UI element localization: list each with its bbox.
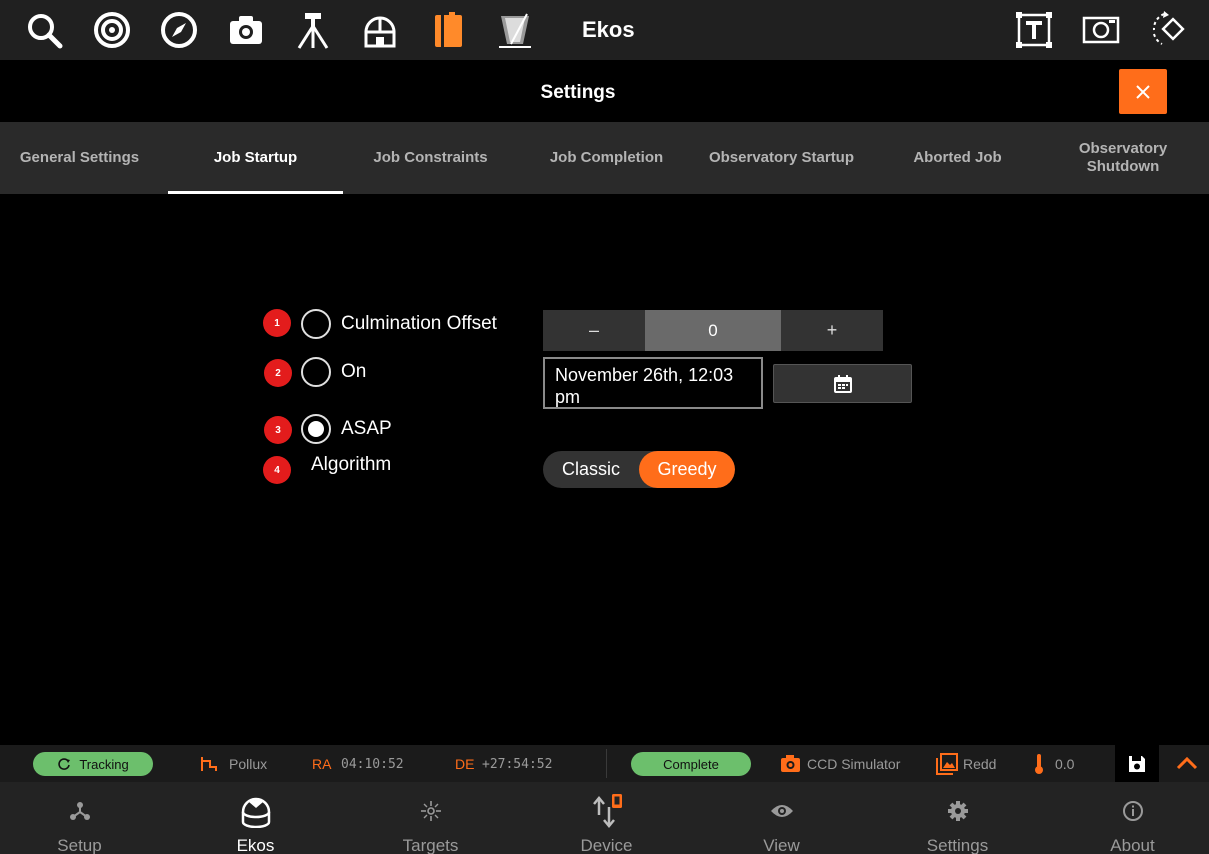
asap-radio[interactable] bbox=[301, 414, 331, 444]
camera-name: CCD Simulator bbox=[807, 756, 901, 772]
temperature-value: 0.0 bbox=[1055, 756, 1075, 772]
save-button[interactable] bbox=[1115, 745, 1159, 782]
nav-setup-label: Setup bbox=[57, 836, 102, 854]
de-value: +27:54:52 bbox=[482, 757, 553, 772]
tab-job-completion[interactable]: Job Completion bbox=[519, 122, 694, 194]
nav-targets-label: Targets bbox=[402, 836, 459, 854]
nav-about-label: About bbox=[1110, 836, 1155, 854]
nav-about[interactable]: About bbox=[1045, 782, 1209, 854]
top-toolbar: Ekos bbox=[0, 0, 1209, 60]
step-badge: 2 bbox=[264, 359, 292, 387]
de-label: DE bbox=[455, 756, 475, 772]
nav-device[interactable]: Device bbox=[519, 782, 694, 854]
culmination-offset-label: Culmination Offset bbox=[341, 313, 497, 334]
tab-job-startup[interactable]: Job Startup bbox=[168, 122, 343, 194]
ekos-dome-icon bbox=[241, 797, 270, 828]
decrement-button[interactable]: – bbox=[543, 310, 645, 351]
camera-icon bbox=[781, 755, 800, 772]
tab-observatory-startup[interactable]: Observatory Startup bbox=[694, 122, 869, 194]
search-icon[interactable] bbox=[22, 8, 66, 52]
image-frame-icon[interactable] bbox=[1079, 8, 1123, 52]
target-icon[interactable] bbox=[90, 8, 134, 52]
nav-device-label: Device bbox=[580, 836, 633, 854]
app-title: Ekos bbox=[582, 17, 635, 42]
culmination-offset-stepper: – 0 + bbox=[543, 310, 883, 351]
close-button[interactable] bbox=[1119, 69, 1167, 114]
nav-view[interactable]: View bbox=[694, 782, 869, 854]
compass-icon[interactable] bbox=[157, 8, 201, 52]
filter-name: Redd bbox=[963, 756, 997, 772]
step-badge: 4 bbox=[263, 456, 291, 484]
gear-icon bbox=[947, 801, 968, 821]
info-icon bbox=[1122, 801, 1143, 821]
tab-observatory-shutdown[interactable]: Observatory Shutdown bbox=[1043, 122, 1203, 194]
filter-image-icon bbox=[936, 753, 958, 775]
status-divider bbox=[606, 749, 607, 778]
startup-date-field[interactable]: November 26th, 12:03 pm bbox=[543, 357, 763, 409]
scheduler-icon[interactable] bbox=[426, 8, 470, 52]
step-badge: 1 bbox=[263, 309, 291, 337]
bottom-navigation: Setup Ekos Targets Device View Settings … bbox=[0, 782, 1209, 854]
nav-settings[interactable]: Settings bbox=[870, 782, 1045, 854]
close-icon bbox=[1136, 84, 1150, 99]
settings-title: Settings bbox=[540, 82, 616, 103]
algorithm-classic-option[interactable]: Classic bbox=[543, 451, 639, 488]
ra-label: RA bbox=[312, 756, 332, 772]
tripod-icon[interactable] bbox=[291, 8, 335, 52]
algorithm-label: Algorithm bbox=[311, 454, 392, 475]
crosshair-star-icon bbox=[420, 801, 441, 821]
rotate-icon[interactable] bbox=[1146, 8, 1190, 52]
flat-field-icon[interactable] bbox=[493, 8, 537, 52]
text-frame-icon[interactable] bbox=[1012, 8, 1056, 52]
status-bar: Tracking Pollux RA 04:10:52 DE +27:54:52… bbox=[0, 745, 1209, 782]
culmination-offset-radio[interactable] bbox=[301, 309, 331, 339]
algorithm-toggle: Classic Greedy bbox=[543, 451, 735, 488]
nav-ekos-label: Ekos bbox=[236, 836, 275, 854]
tracking-status-badge: Tracking bbox=[33, 752, 153, 776]
save-icon bbox=[1129, 755, 1145, 772]
ra-value: 04:10:52 bbox=[341, 757, 404, 772]
step-badge: 3 bbox=[264, 416, 292, 444]
settings-tabs: General Settings Job Startup Job Constra… bbox=[0, 122, 1209, 194]
mount-icon bbox=[201, 757, 217, 771]
nav-view-label: View bbox=[763, 836, 800, 854]
chevron-up-icon bbox=[1176, 756, 1198, 770]
on-date-radio[interactable] bbox=[301, 357, 331, 387]
asap-label: ASAP bbox=[341, 418, 392, 439]
capture-status-badge: Complete bbox=[631, 752, 751, 776]
device-transfer-icon bbox=[592, 794, 622, 828]
thermometer-icon bbox=[1035, 754, 1043, 774]
refresh-icon bbox=[58, 758, 71, 770]
nav-settings-label: Settings bbox=[926, 836, 989, 854]
offset-value[interactable]: 0 bbox=[645, 310, 781, 351]
nav-setup[interactable]: Setup bbox=[0, 782, 167, 854]
tracking-status-text: Tracking bbox=[79, 756, 129, 772]
settings-header: Settings bbox=[0, 60, 1209, 122]
tab-general-settings[interactable]: General Settings bbox=[0, 122, 167, 194]
tab-job-constraints[interactable]: Job Constraints bbox=[343, 122, 518, 194]
tab-aborted-job[interactable]: Aborted Job bbox=[870, 122, 1045, 194]
on-date-label: On bbox=[341, 361, 367, 382]
nav-ekos[interactable]: Ekos bbox=[168, 782, 343, 854]
expand-button[interactable] bbox=[1172, 750, 1202, 776]
calendar-icon bbox=[833, 374, 852, 393]
nav-targets[interactable]: Targets bbox=[343, 782, 518, 854]
increment-button[interactable]: + bbox=[781, 310, 883, 351]
network-icon bbox=[69, 802, 90, 820]
observatory-icon[interactable] bbox=[358, 8, 402, 52]
calendar-button[interactable] bbox=[773, 364, 912, 403]
target-name: Pollux bbox=[229, 756, 268, 772]
eye-icon bbox=[770, 805, 793, 817]
algorithm-greedy-option[interactable]: Greedy bbox=[639, 451, 735, 488]
camera-icon[interactable] bbox=[224, 8, 268, 52]
